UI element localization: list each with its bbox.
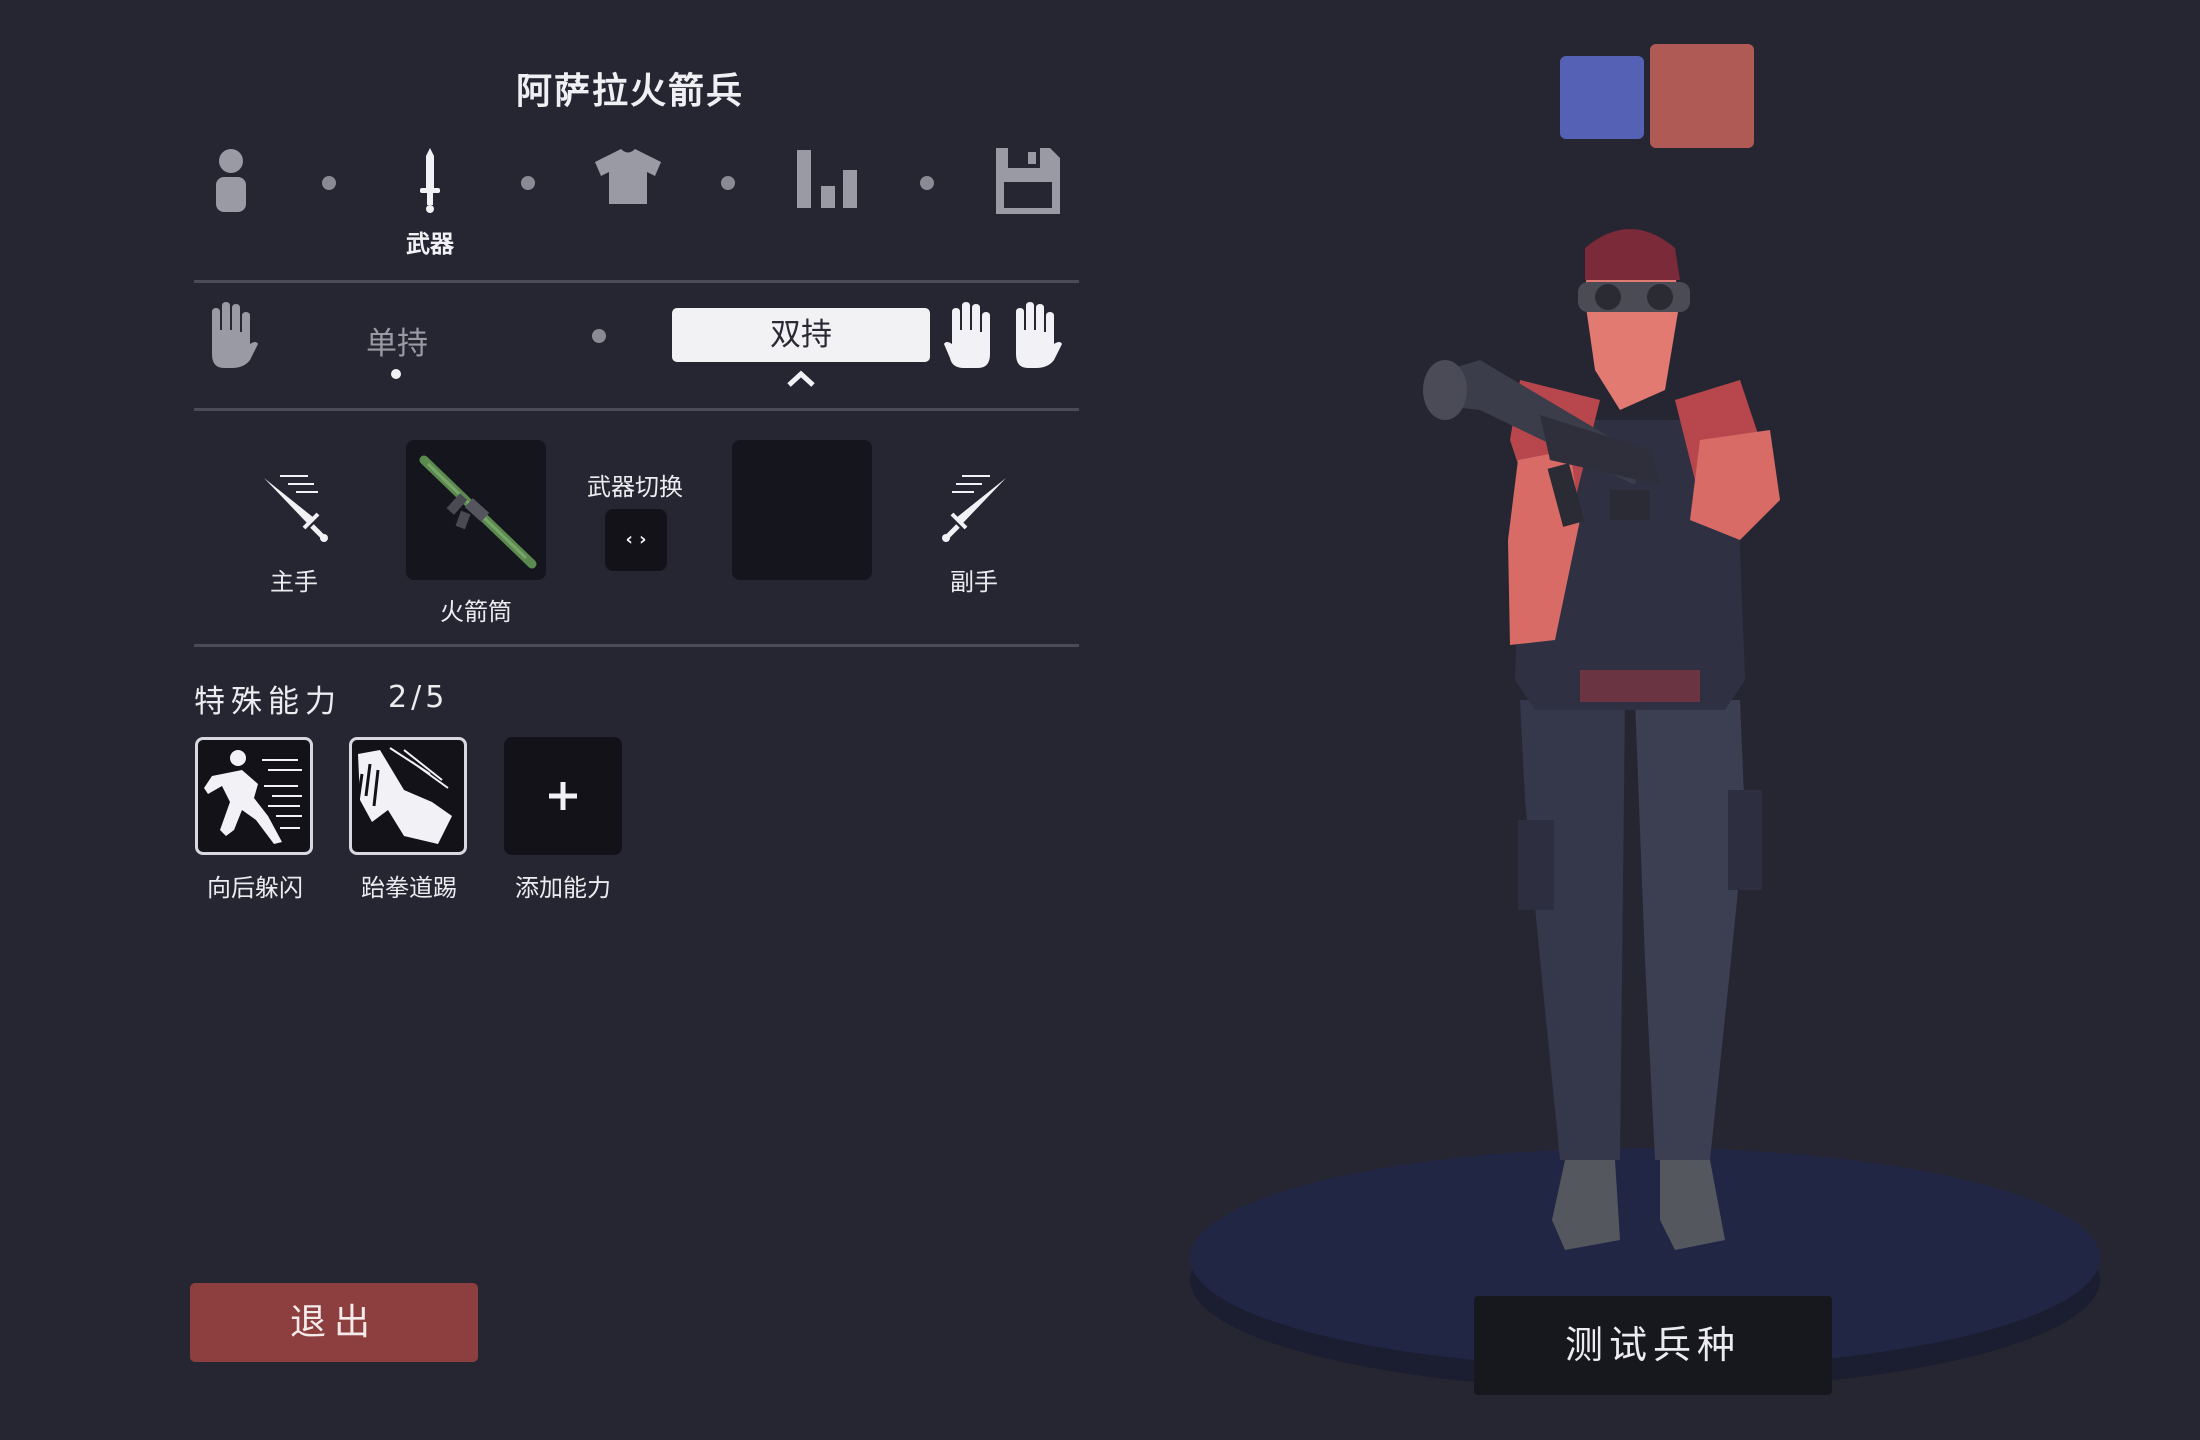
ability-name: 跆拳道踢 xyxy=(361,874,457,902)
person-icon xyxy=(216,149,246,212)
dual-grip-option[interactable]: 双持 xyxy=(672,308,930,362)
add-ability-button[interactable] xyxy=(504,737,622,855)
exit-button[interactable]: 退出 xyxy=(190,1283,478,1362)
abilities-header: 特殊能力 xyxy=(194,684,342,720)
grip-separator xyxy=(592,329,606,343)
plus-icon xyxy=(549,782,577,810)
taekwondo-kick-icon xyxy=(356,747,452,844)
tab-clothing[interactable] xyxy=(588,140,668,270)
tab-separator xyxy=(521,176,535,190)
divider xyxy=(194,644,1079,647)
team-blue-swatch[interactable] xyxy=(1560,56,1644,139)
single-hand-icon[interactable] xyxy=(204,302,258,368)
dodge-back-icon xyxy=(204,750,302,844)
tab-stats[interactable] xyxy=(788,140,868,270)
tab-save[interactable] xyxy=(988,140,1068,270)
add-ability-label: 添加能力 xyxy=(515,874,611,902)
unit-preview[interactable] xyxy=(1180,200,2110,1410)
save-icon xyxy=(996,148,1060,214)
tab-separator xyxy=(721,176,735,190)
off-hand-label: 副手 xyxy=(950,568,998,596)
rocket-launcher-icon xyxy=(419,455,537,569)
weapon-swap-button[interactable]: ‹ › xyxy=(605,509,667,571)
category-tabs: 武器 xyxy=(192,140,1072,270)
off-hand-sword-icon xyxy=(942,475,1006,542)
dual-hand-icon[interactable] xyxy=(944,302,1062,368)
stats-icon xyxy=(797,150,857,208)
tab-separator xyxy=(322,176,336,190)
divider xyxy=(194,408,1079,411)
main-hand-label: 主手 xyxy=(270,568,318,596)
shirt-icon xyxy=(595,149,661,204)
abilities-count: 2/5 xyxy=(388,680,449,715)
unit-name-title: 阿萨拉火箭兵 xyxy=(515,71,744,112)
tab-appearance[interactable] xyxy=(191,140,271,270)
team-red-swatch[interactable] xyxy=(1650,44,1754,148)
sword-icon xyxy=(420,148,440,213)
ability-name: 向后躲闪 xyxy=(207,874,303,902)
main-hand-sword-icon xyxy=(264,475,328,542)
tab-weapons[interactable]: 武器 xyxy=(390,140,470,270)
ability-slot[interactable] xyxy=(195,737,313,855)
single-grip-indicator xyxy=(391,369,401,379)
main-weapon-name: 火箭筒 xyxy=(440,598,512,626)
weapon-swap-label: 武器切换 xyxy=(587,473,683,501)
tab-separator xyxy=(920,176,934,190)
divider xyxy=(194,280,1079,283)
main-weapon-slot[interactable] xyxy=(406,440,546,580)
single-grip-option[interactable]: 单持 xyxy=(366,318,428,363)
off-hand-weapon-slot[interactable] xyxy=(732,440,872,580)
chevron-up-icon xyxy=(787,370,815,387)
test-unit-button[interactable]: 测试兵种 xyxy=(1474,1296,1832,1395)
ability-slot[interactable] xyxy=(349,737,467,855)
tab-weapons-label: 武器 xyxy=(406,230,454,258)
